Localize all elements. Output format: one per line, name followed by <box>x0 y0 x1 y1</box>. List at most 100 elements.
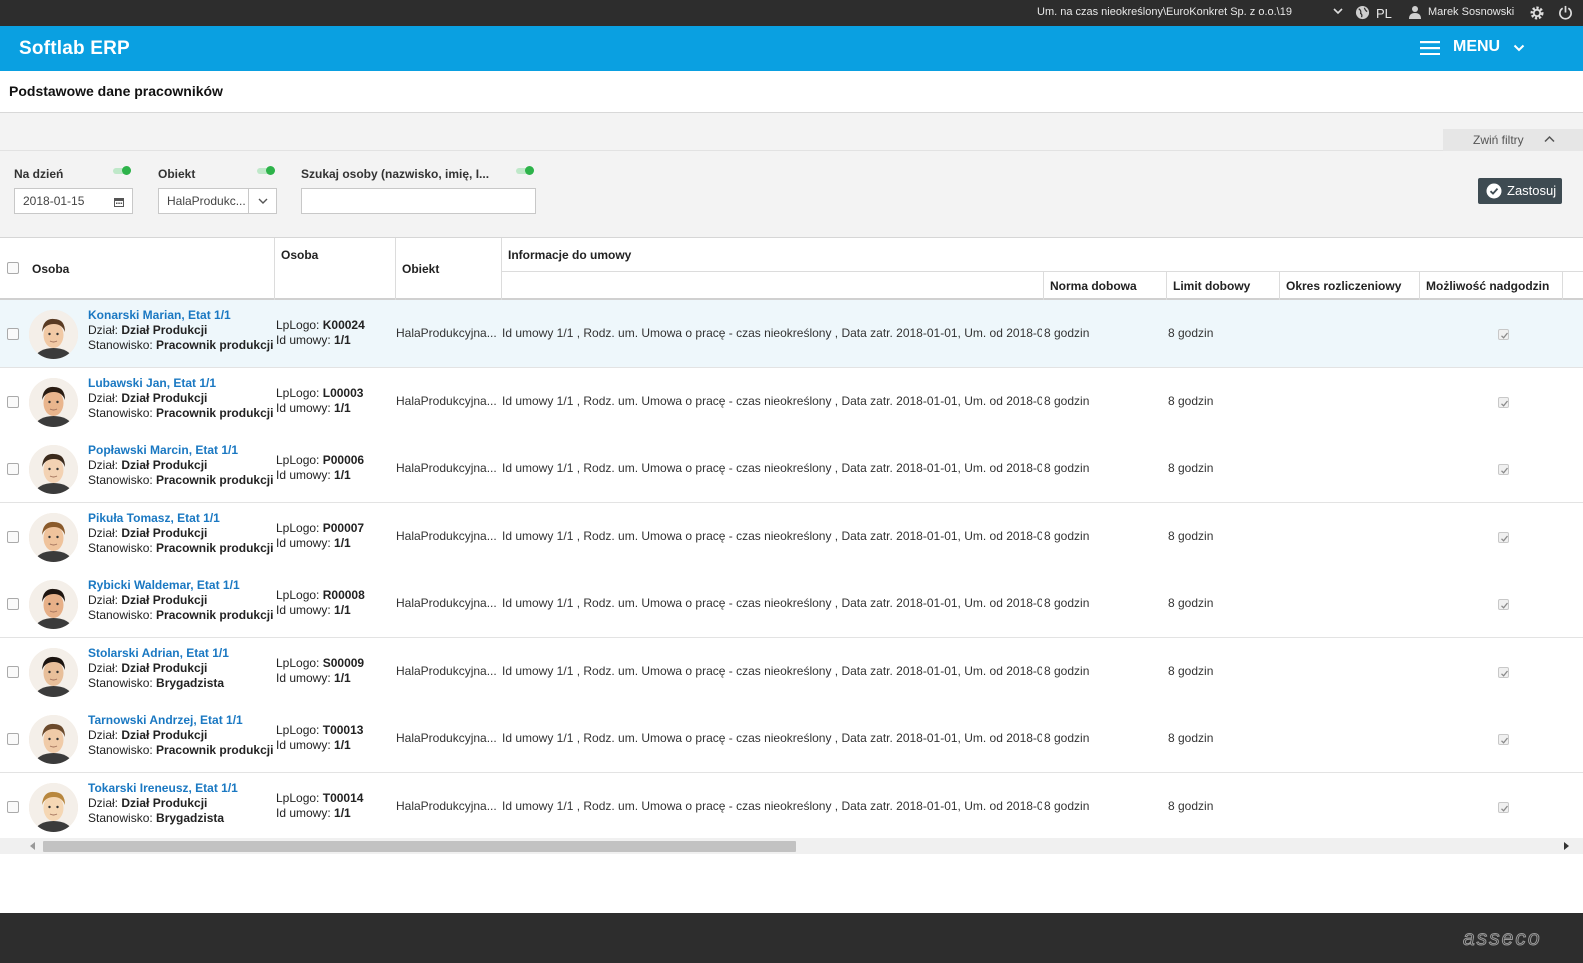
lplogo-label: LpLogo: <box>276 588 320 602</box>
chevron-down-icon[interactable] <box>248 189 276 213</box>
employee-name-link[interactable]: Tarnowski Andrzej, Etat 1/1 <box>88 713 243 727</box>
collapse-filters-button[interactable]: Zwiń filtry <box>1443 129 1583 151</box>
employee-name-link[interactable]: Stolarski Adrian, Etat 1/1 <box>88 646 229 660</box>
contract-id-label: Id umowy: <box>276 333 331 347</box>
date-field[interactable]: 2018-01-15 <box>14 188 133 214</box>
language-selector[interactable]: PL <box>1376 6 1392 21</box>
department-line: Dział: Dział Produkcji <box>88 728 207 742</box>
row-checkbox[interactable] <box>7 395 19 408</box>
contract-id-label: Id umowy: <box>276 738 331 752</box>
table-row[interactable]: Konarski Marian, Etat 1/1 Dział: Dział Pr… <box>0 300 1583 368</box>
context-selector[interactable]: Um. na czas nieokreślony\EuroKonkret Sp.… <box>1037 6 1292 18</box>
daily-limit-cell: 8 godzin <box>1168 731 1214 745</box>
scrollbar-thumb[interactable] <box>43 841 796 852</box>
position-label: Stanowisko: <box>88 473 153 487</box>
hamburger-icon[interactable] <box>1420 41 1440 58</box>
table-row[interactable]: Rybicki Waldemar, Etat 1/1 Dział: Dział P… <box>0 570 1583 638</box>
contract-id-value: 1/1 <box>334 535 351 550</box>
object-value: HalaProdukc... <box>167 194 246 208</box>
table-row[interactable]: Pikuła Tomasz, Etat 1/1 Dział: Dział Prod… <box>0 502 1583 571</box>
user-name[interactable]: Marek Sosnowski <box>1428 6 1514 18</box>
user-icon <box>1408 5 1422 22</box>
column-header-obiekt[interactable]: Obiekt <box>402 262 439 276</box>
row-checkbox[interactable] <box>7 530 19 543</box>
column-header-osoba-2[interactable]: Osoba <box>281 248 318 262</box>
contract-info-cell: Id umowy 1/1 , Rodz. um. Umowa o pracę -… <box>502 663 1042 678</box>
daily-norm-cell: 8 godzin <box>1044 731 1090 745</box>
position-line: Stanowisko: Brygadzista <box>88 676 224 690</box>
department-value: Dział Produkcji <box>121 525 208 540</box>
position-value: Pracownik produkcji <box>156 338 274 352</box>
daily-norm-cell: 8 godzin <box>1044 596 1090 610</box>
gear-icon[interactable] <box>1529 5 1545 24</box>
row-checkbox[interactable] <box>7 733 19 745</box>
position-line: Stanowisko: Pracownik produkcji <box>88 743 273 757</box>
lplogo-line: LpLogo: K00024 <box>276 318 365 332</box>
employee-name-link[interactable]: Popławski Marcin, Etat 1/1 <box>88 443 238 457</box>
employee-name-link[interactable]: Konarski Marian, Etat 1/1 <box>88 308 231 322</box>
employee-name-link[interactable]: Pikuła Tomasz, Etat 1/1 <box>88 511 220 525</box>
contract-id-line: Id umowy: 1/1 <box>276 603 351 617</box>
row-checkbox[interactable] <box>7 665 19 678</box>
chevron-down-icon[interactable] <box>1513 42 1525 56</box>
apply-button[interactable]: Zastosuj <box>1478 178 1562 204</box>
contract-id-label: Id umowy: <box>276 400 331 415</box>
object-select[interactable]: HalaProdukc... <box>158 188 277 214</box>
table-row[interactable]: Stolarski Adrian, Etat 1/1 Dział: Dział P… <box>0 637 1583 706</box>
table-row[interactable]: Popławski Marcin, Etat 1/1 Dział: Dział P… <box>0 435 1583 503</box>
row-checkbox[interactable] <box>7 800 19 813</box>
department-line: Dział: Dział Produkcji <box>88 526 207 540</box>
object-filter-toggle[interactable] <box>257 166 275 175</box>
table-row[interactable]: Tarnowski Andrzej, Etat 1/1 Dział: Dział … <box>0 705 1583 773</box>
chevron-down-icon[interactable] <box>1332 5 1344 20</box>
column-header-informacje[interactable]: Informacje do umowy <box>508 248 631 262</box>
arrow-right-icon[interactable] <box>1563 842 1569 850</box>
table-row[interactable]: Lubawski Jan, Etat 1/1 Dział: Dział Produ… <box>0 367 1583 436</box>
column-header-limit[interactable]: Limit dobowy <box>1173 279 1250 293</box>
column-header-okres[interactable]: Okres rozliczeniowy <box>1286 279 1401 293</box>
lplogo-label: LpLogo: <box>276 655 320 670</box>
select-all-checkbox[interactable] <box>7 262 19 274</box>
avatar <box>29 782 78 832</box>
menu-button[interactable]: MENU <box>1453 38 1500 56</box>
date-filter-toggle[interactable] <box>113 166 131 175</box>
search-input[interactable] <box>301 188 536 214</box>
avatar <box>29 647 78 697</box>
lplogo-line: LpLogo: L00003 <box>276 386 363 400</box>
department-label: Dział: <box>88 525 119 540</box>
department-label: Dział: <box>88 593 119 607</box>
avatar <box>29 377 78 427</box>
position-value: Pracownik produkcji <box>156 540 274 555</box>
arrow-left-icon[interactable] <box>30 842 36 850</box>
overtime-checkbox <box>1498 734 1509 745</box>
overtime-checkbox <box>1498 396 1509 408</box>
column-header-norma[interactable]: Norma dobowa <box>1050 279 1137 293</box>
checkmark-icon <box>1501 805 1509 812</box>
table-row[interactable]: Tokarski Ireneusz, Etat 1/1 Dział: Dział … <box>0 772 1583 841</box>
row-checkbox[interactable] <box>7 598 19 610</box>
contract-id-value: 1/1 <box>334 400 351 415</box>
power-icon[interactable] <box>1558 5 1573 23</box>
employee-name-link[interactable]: Lubawski Jan, Etat 1/1 <box>88 376 216 390</box>
brand-logo[interactable]: Softlab ERP <box>19 38 130 60</box>
contract-id-value: 1/1 <box>334 738 351 752</box>
contract-id-line: Id umowy: 1/1 <box>276 333 351 347</box>
lplogo-line: LpLogo: T00014 <box>276 791 363 805</box>
department-line: Dział: Dział Produkcji <box>88 593 207 607</box>
column-header-nadgodziny[interactable]: Możliwość nadgodzin <box>1426 279 1549 293</box>
row-checkbox[interactable] <box>7 463 19 475</box>
calendar-icon[interactable] <box>114 196 124 210</box>
horizontal-scrollbar[interactable] <box>0 838 1583 854</box>
column-header-osoba[interactable]: Osoba <box>32 262 69 276</box>
row-checkbox[interactable] <box>7 328 19 340</box>
overtime-checkbox <box>1498 329 1509 340</box>
object-cell: HalaProdukcyjna... <box>396 798 496 813</box>
position-line: Stanowisko: Pracownik produkcji <box>88 473 273 487</box>
employee-name-link[interactable]: Rybicki Waldemar, Etat 1/1 <box>88 578 240 592</box>
contract-id-label: Id umowy: <box>276 468 331 482</box>
employee-name-link[interactable]: Tokarski Ireneusz, Etat 1/1 <box>88 781 238 795</box>
contract-id-value: 1/1 <box>334 805 351 820</box>
search-filter-toggle[interactable] <box>516 166 534 175</box>
asseco-logo: asseco <box>1463 929 1540 949</box>
globe-icon[interactable] <box>1355 5 1370 23</box>
